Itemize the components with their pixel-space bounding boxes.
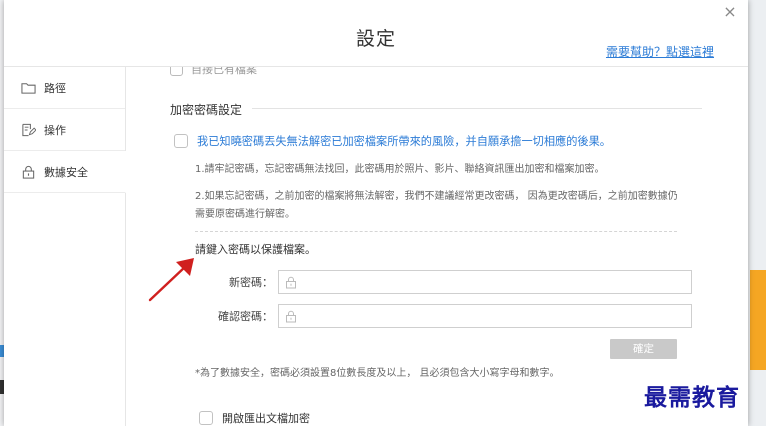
- background-fragment: [750, 270, 766, 370]
- folder-icon: [20, 81, 36, 95]
- cut-off-option[interactable]: 自接已有檔案: [170, 67, 257, 77]
- sidebar-item-data-security[interactable]: 數據安全: [4, 151, 126, 193]
- new-password-field[interactable]: [278, 270, 692, 294]
- password-requirement-hint: *為了數據安全，密碼必須設置8位數長度及以上， 且必須包含大小寫字母和數字。: [195, 368, 560, 379]
- lock-icon: [286, 310, 296, 322]
- section-title: 加密密碼設定: [170, 103, 243, 117]
- note-1: 1.請牢記密碼，忘記密碼無法找回，此密碼用於照片、影片、聯絡資訊匯出加密和檔案加…: [195, 164, 605, 175]
- risk-acknowledge-label: 我已知曉密碼丟失無法解密已加密檔案所帶來的風險，并自願承擔一切相應的後果。: [197, 135, 611, 148]
- watermark-text: 最需教育: [644, 384, 740, 411]
- sidebar: 路徑 操作 數據安全: [4, 67, 126, 426]
- red-arrow-annotation: [148, 258, 194, 302]
- confirm-password-field[interactable]: [278, 304, 692, 328]
- risk-acknowledge-checkbox[interactable]: [174, 134, 188, 148]
- checkbox[interactable]: [170, 67, 183, 76]
- export-encryption-option[interactable]: 開啟匯出文檔加密: [199, 410, 310, 426]
- edit-document-icon: [20, 123, 36, 137]
- new-password-label: 新密碼：: [229, 276, 273, 289]
- settings-dialog: 設定 需要幫助？點選這裡 × 路徑 操作 數據安全 自接已有檔案 加密密碼設定 …: [4, 0, 748, 426]
- help-link[interactable]: 需要幫助？點選這裡: [606, 43, 714, 60]
- export-encryption-checkbox[interactable]: [199, 411, 213, 425]
- option-label: 自接已有檔案: [191, 67, 257, 76]
- sidebar-item-operation[interactable]: 操作: [4, 109, 125, 151]
- sidebar-item-label: 操作: [44, 123, 66, 137]
- lock-icon: [286, 276, 296, 288]
- lock-icon: [20, 165, 36, 179]
- close-button[interactable]: ×: [720, 2, 740, 22]
- section-divider: [252, 108, 702, 109]
- sidebar-item-label: 路徑: [44, 81, 66, 95]
- risk-acknowledge-option[interactable]: 我已知曉密碼丟失無法解密已加密檔案所帶來的風險，并自願承擔一切相應的後果。: [174, 133, 611, 149]
- note-2: 2.如果忘記密碼，之前加密的檔案將無法解密，我們不建議經常更改密碼， 因為更改密…: [195, 191, 678, 220]
- settings-content: 自接已有檔案 加密密碼設定 我已知曉密碼丟失無法解密已加密檔案所帶來的風險，并自…: [126, 67, 748, 426]
- confirm-password-row: 確認密碼：: [195, 304, 692, 328]
- export-encryption-label: 開啟匯出文檔加密: [222, 412, 310, 425]
- new-password-row: 新密碼：: [195, 270, 692, 294]
- sidebar-item-path[interactable]: 路徑: [4, 67, 125, 109]
- confirm-password-label: 確認密碼：: [218, 310, 273, 323]
- sidebar-item-label: 數據安全: [44, 165, 88, 179]
- password-prompt: 請鍵入密碼以保護檔案。: [195, 243, 316, 256]
- confirm-button[interactable]: 確定: [610, 339, 677, 359]
- dashed-divider: [195, 231, 677, 232]
